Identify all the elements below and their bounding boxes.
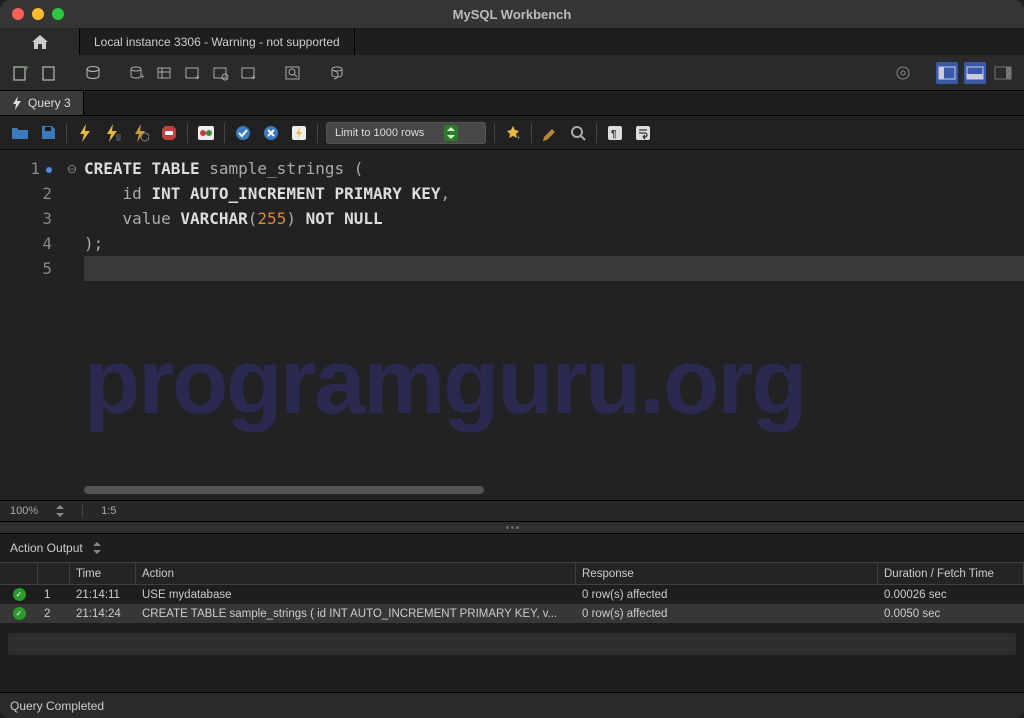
execute-icon[interactable] — [75, 123, 95, 143]
open-file-icon[interactable] — [10, 123, 30, 143]
find-icon[interactable] — [568, 123, 588, 143]
output-header: Action Output — [0, 534, 1024, 562]
col-response[interactable]: Response — [576, 563, 878, 584]
col-duration[interactable]: Duration / Fetch Time — [878, 563, 1024, 584]
horizontal-scrollbar[interactable] — [84, 486, 1004, 494]
svg-text:+: + — [516, 133, 521, 141]
stepper-icon — [444, 125, 458, 141]
svg-text:+: + — [24, 64, 29, 73]
invisible-chars-icon[interactable]: ¶ — [605, 123, 625, 143]
bolt-icon — [12, 96, 22, 110]
execute-current-icon[interactable] — [103, 123, 123, 143]
wrap-icon[interactable] — [633, 123, 653, 143]
db-icon-5[interactable]: + — [238, 62, 260, 84]
panel-right-icon[interactable] — [992, 62, 1014, 84]
db-icon-1[interactable]: + — [126, 62, 148, 84]
svg-text:¶: ¶ — [611, 129, 617, 140]
svg-text:+: + — [195, 73, 200, 82]
connection-tab-label: Local instance 3306 - Warning - not supp… — [94, 35, 340, 49]
query-tab-label: Query 3 — [28, 96, 71, 110]
query-tab[interactable]: Query 3 — [0, 91, 84, 115]
minimize-window-button[interactable] — [32, 8, 44, 20]
commit-icon[interactable] — [233, 123, 253, 143]
zoom-level[interactable]: 100% — [10, 505, 38, 517]
brush-icon[interactable] — [540, 123, 560, 143]
query-tab-bar: Query 3 — [0, 91, 1024, 116]
db-icon-4[interactable] — [210, 62, 232, 84]
sql-editor[interactable]: 12345 ⊖ CREATE TABLE sample_strings ( id… — [0, 150, 1024, 500]
scrollbar-thumb[interactable] — [84, 486, 484, 494]
col-action[interactable]: Action — [136, 563, 576, 584]
search-icon[interactable] — [282, 62, 304, 84]
output-columns-header: Time Action Response Duration / Fetch Ti… — [0, 562, 1024, 585]
panel-bottom-icon[interactable] — [964, 62, 986, 84]
window-controls — [12, 8, 64, 20]
status-ok-icon — [13, 588, 26, 601]
gear-icon[interactable] — [892, 62, 914, 84]
limit-rows-select[interactable]: Limit to 1000 rows — [326, 122, 486, 144]
window-title: MySQL Workbench — [0, 7, 1024, 22]
connection-tab[interactable]: Local instance 3306 - Warning - not supp… — [80, 28, 355, 55]
line-gutter: 12345 — [0, 150, 62, 281]
limit-rows-label: Limit to 1000 rows — [335, 127, 424, 139]
connection-tab-row: Local instance 3306 - Warning - not supp… — [0, 28, 1024, 55]
footer-status-bar: Query Completed — [0, 692, 1024, 718]
home-tab[interactable] — [0, 28, 80, 55]
panel-left-icon[interactable] — [936, 62, 958, 84]
svg-text:+: + — [251, 73, 256, 82]
fold-column: ⊖ — [62, 150, 82, 281]
home-icon — [31, 34, 49, 50]
stop-icon[interactable] — [159, 123, 179, 143]
reconnect-icon[interactable] — [326, 62, 348, 84]
output-grid: Time Action Response Duration / Fetch Ti… — [0, 562, 1024, 623]
output-row[interactable]: 121:14:11USE mydatabase 0 row(s) affecte… — [0, 585, 1024, 604]
output-mode-select[interactable]: Action Output — [10, 541, 83, 555]
chevron-updown-icon — [93, 542, 101, 554]
autocommit-icon[interactable] — [289, 123, 309, 143]
db-icon-3[interactable]: + — [182, 62, 204, 84]
editor-status-strip: 100% 1:5 — [0, 500, 1024, 522]
svg-text:+: + — [140, 72, 145, 81]
chevron-updown-icon — [56, 505, 64, 517]
progress-bar — [8, 633, 1016, 655]
db-icon-2[interactable] — [154, 62, 176, 84]
main-toolbar: + + + + — [0, 55, 1024, 91]
col-time[interactable]: Time — [70, 563, 136, 584]
zoom-window-button[interactable] — [52, 8, 64, 20]
close-window-button[interactable] — [12, 8, 24, 20]
cursor-position: 1:5 — [101, 505, 116, 517]
beautify-icon[interactable]: + — [503, 123, 523, 143]
save-file-icon[interactable] — [38, 123, 58, 143]
splitter-handle[interactable] — [0, 522, 1024, 534]
explain-icon[interactable] — [131, 123, 151, 143]
status-ok-icon — [13, 607, 26, 620]
watermark-text: programguru.org — [84, 330, 1004, 435]
titlebar: MySQL Workbench — [0, 0, 1024, 28]
rollback-icon[interactable] — [261, 123, 281, 143]
code-area[interactable]: CREATE TABLE sample_strings ( id INT AUT… — [82, 150, 1024, 281]
new-sql-tab-icon[interactable]: + — [10, 62, 32, 84]
inspector-icon[interactable] — [82, 62, 104, 84]
query-toolbar: Limit to 1000 rows + ¶ — [0, 116, 1024, 150]
toggle-ac-icon[interactable] — [196, 123, 216, 143]
output-row[interactable]: 221:14:24CREATE TABLE sample_strings ( i… — [0, 604, 1024, 623]
footer-status-text: Query Completed — [10, 699, 104, 713]
open-sql-script-icon[interactable] — [38, 62, 60, 84]
